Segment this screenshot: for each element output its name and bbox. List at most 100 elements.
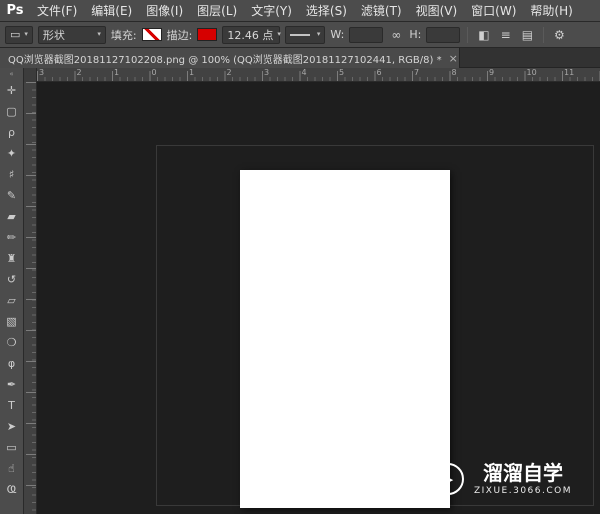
- fill-label: 填充:: [110, 28, 137, 42]
- menu-file[interactable]: 文件(F): [30, 0, 84, 22]
- stroke-type-dropdown[interactable]: ▾: [285, 25, 326, 44]
- vertical-ruler-numbers: 3 2 1 0 1 2 3 4 5 6 7 8 9 10: [17, 82, 37, 514]
- chevron-down-icon: ▾: [316, 30, 321, 38]
- path-selection-tool-icon: ➤: [6, 420, 17, 433]
- chevron-down-icon: ▾: [277, 30, 281, 38]
- close-icon[interactable]: ×: [449, 53, 458, 64]
- ps-logo: Ps: [6, 3, 24, 18]
- horizontal-ruler[interactable]: 3 2 1 0 1 2 3 4 5 6 7 8 9 10 11: [24, 68, 600, 82]
- menu-view[interactable]: 视图(V): [409, 0, 465, 22]
- type-tool-icon: T: [8, 399, 15, 412]
- blur-tool[interactable]: ❍: [0, 332, 24, 353]
- dodge-tool-icon: φ: [7, 357, 16, 370]
- stroke-width-value: 12.46 点: [227, 28, 274, 42]
- lasso-tool-icon: ρ: [8, 126, 15, 139]
- rectangular-marquee-tool[interactable]: ▢: [0, 101, 24, 122]
- menu-edit[interactable]: 编辑(E): [84, 0, 139, 22]
- lasso-tool[interactable]: ρ: [0, 122, 24, 143]
- crop-tool[interactable]: ♯: [0, 164, 24, 185]
- menu-window[interactable]: 窗口(W): [464, 0, 523, 22]
- spot-healing-brush-tool[interactable]: ▰: [0, 206, 24, 227]
- path-arrange-icon[interactable]: ▤: [519, 24, 536, 46]
- ruler-number: 4: [301, 68, 307, 77]
- move-tool-icon: ✛: [6, 84, 17, 97]
- history-brush-tool[interactable]: ↺: [0, 269, 24, 290]
- eraser-tool-icon: ▱: [7, 294, 16, 307]
- menu-bar: Ps 文件(F) 编辑(E) 图像(I) 图层(L) 文字(Y) 选择(S) 滤…: [0, 0, 600, 22]
- width-input[interactable]: [349, 26, 384, 43]
- pen-tool[interactable]: ✒: [0, 374, 24, 395]
- tool-preset-picker[interactable]: ▭ ▾: [5, 25, 33, 44]
- path-operations-icon[interactable]: ◧: [475, 24, 492, 46]
- separator: [543, 26, 545, 43]
- path-alignment-icon[interactable]: ≡: [498, 24, 514, 46]
- chevron-down-icon: ▾: [97, 30, 101, 38]
- crop-tool-icon: ♯: [8, 168, 15, 181]
- eyedropper-tool-icon: ✎: [6, 189, 17, 202]
- document-tab-title: QQ浏览器截图20181127102208.png @ 100% (QQ浏览器截…: [8, 54, 442, 66]
- zoom-tool[interactable]: Ҩ: [0, 479, 24, 500]
- clone-stamp-tool-icon: ♜: [6, 252, 17, 265]
- toolbar-collapse-button[interactable]: «: [9, 68, 13, 80]
- healing-brush-tool-icon: ▰: [7, 210, 16, 223]
- menu-type[interactable]: 文字(Y): [244, 0, 299, 22]
- horizontal-ruler-numbers: 3 2 1 0 1 2 3 4 5 6 7 8 9 10 11: [37, 68, 600, 82]
- height-input[interactable]: [426, 26, 461, 43]
- ruler-corner[interactable]: [24, 68, 37, 82]
- tools-panel: « ✛ ▢ ρ ✦ ♯ ✎ ▰ ✏ ♜ ↺ ▱ ▧ ❍ φ ✒ T ➤ ▭ ☝ …: [0, 68, 24, 514]
- menu-select[interactable]: 选择(S): [299, 0, 354, 22]
- link-dimensions-icon[interactable]: ∞: [388, 24, 404, 46]
- marquee-tool-icon: ▢: [6, 105, 17, 118]
- blur-tool-icon: ❍: [6, 336, 17, 349]
- dodge-tool[interactable]: φ: [0, 353, 24, 374]
- eraser-tool[interactable]: ▱: [0, 290, 24, 311]
- tool-options-bar: ▭ ▾ 形状 ▾ 填充: 描边: 12.46 点 ▾ ▾ W: ∞ H: ◧ ≡…: [0, 22, 600, 48]
- ruler-number: 2: [226, 68, 232, 77]
- ruler-number: 1: [189, 68, 195, 77]
- document-tab-bar: QQ浏览器截图20181127102208.png @ 100% (QQ浏览器截…: [0, 48, 600, 68]
- menu-image[interactable]: 图像(I): [139, 0, 190, 22]
- clone-stamp-tool[interactable]: ♜: [0, 248, 24, 269]
- tool-mode-dropdown[interactable]: 形状 ▾: [37, 25, 106, 44]
- menu-filter[interactable]: 滤镜(T): [354, 0, 409, 22]
- quick-selection-tool-icon: ✦: [6, 147, 17, 160]
- geometry-settings-gear-icon[interactable]: ⚙: [551, 24, 568, 46]
- ruler-number: 6: [376, 68, 382, 77]
- ruler-number: 2: [76, 68, 82, 77]
- canvas-area[interactable]: [37, 82, 600, 514]
- watermark: ▶ 溜溜自学 ZIXUE.3066.COM: [431, 461, 572, 496]
- gradient-tool-icon: ▧: [6, 315, 17, 328]
- document-canvas[interactable]: [240, 170, 450, 508]
- document-tab[interactable]: QQ浏览器截图20181127102208.png @ 100% (QQ浏览器截…: [0, 48, 460, 68]
- ruler-number: 3: [39, 68, 45, 77]
- eyedropper-tool[interactable]: ✎: [0, 185, 24, 206]
- zoom-tool-icon: Ҩ: [6, 483, 17, 496]
- path-selection-tool[interactable]: ➤: [0, 416, 24, 437]
- ruler-number: 1: [114, 68, 120, 77]
- ruler-number: 5: [339, 68, 345, 77]
- separator: [467, 26, 469, 43]
- horizontal-type-tool[interactable]: T: [0, 395, 24, 416]
- gradient-tool[interactable]: ▧: [0, 311, 24, 332]
- stroke-color-swatch[interactable]: [197, 28, 218, 41]
- move-tool[interactable]: ✛: [0, 80, 24, 101]
- ruler-number: 10: [526, 68, 537, 77]
- rectangle-tool-icon: ▭: [6, 441, 17, 454]
- stroke-label: 描边:: [166, 28, 193, 42]
- fill-color-swatch[interactable]: [141, 28, 162, 41]
- tool-mode-value: 形状: [42, 28, 65, 42]
- ruler-number: 3: [264, 68, 270, 77]
- hand-tool-icon: ☝: [8, 462, 15, 475]
- rectangle-tool[interactable]: ▭: [0, 437, 24, 458]
- watermark-subtitle: ZIXUE.3066.COM: [473, 486, 572, 496]
- stroke-width-field[interactable]: 12.46 点 ▾: [222, 25, 281, 44]
- brush-tool[interactable]: ✏: [0, 227, 24, 248]
- vertical-ruler[interactable]: 3 2 1 0 1 2 3 4 5 6 7 8 9 10: [17, 82, 37, 514]
- ruler-number: 8: [451, 68, 457, 77]
- menu-help[interactable]: 帮助(H): [523, 0, 579, 22]
- watermark-title: 溜溜自学: [482, 461, 563, 485]
- pen-tool-icon: ✒: [6, 378, 17, 391]
- quick-selection-tool[interactable]: ✦: [0, 143, 24, 164]
- menu-layer[interactable]: 图层(L): [190, 0, 244, 22]
- hand-tool[interactable]: ☝: [0, 458, 24, 479]
